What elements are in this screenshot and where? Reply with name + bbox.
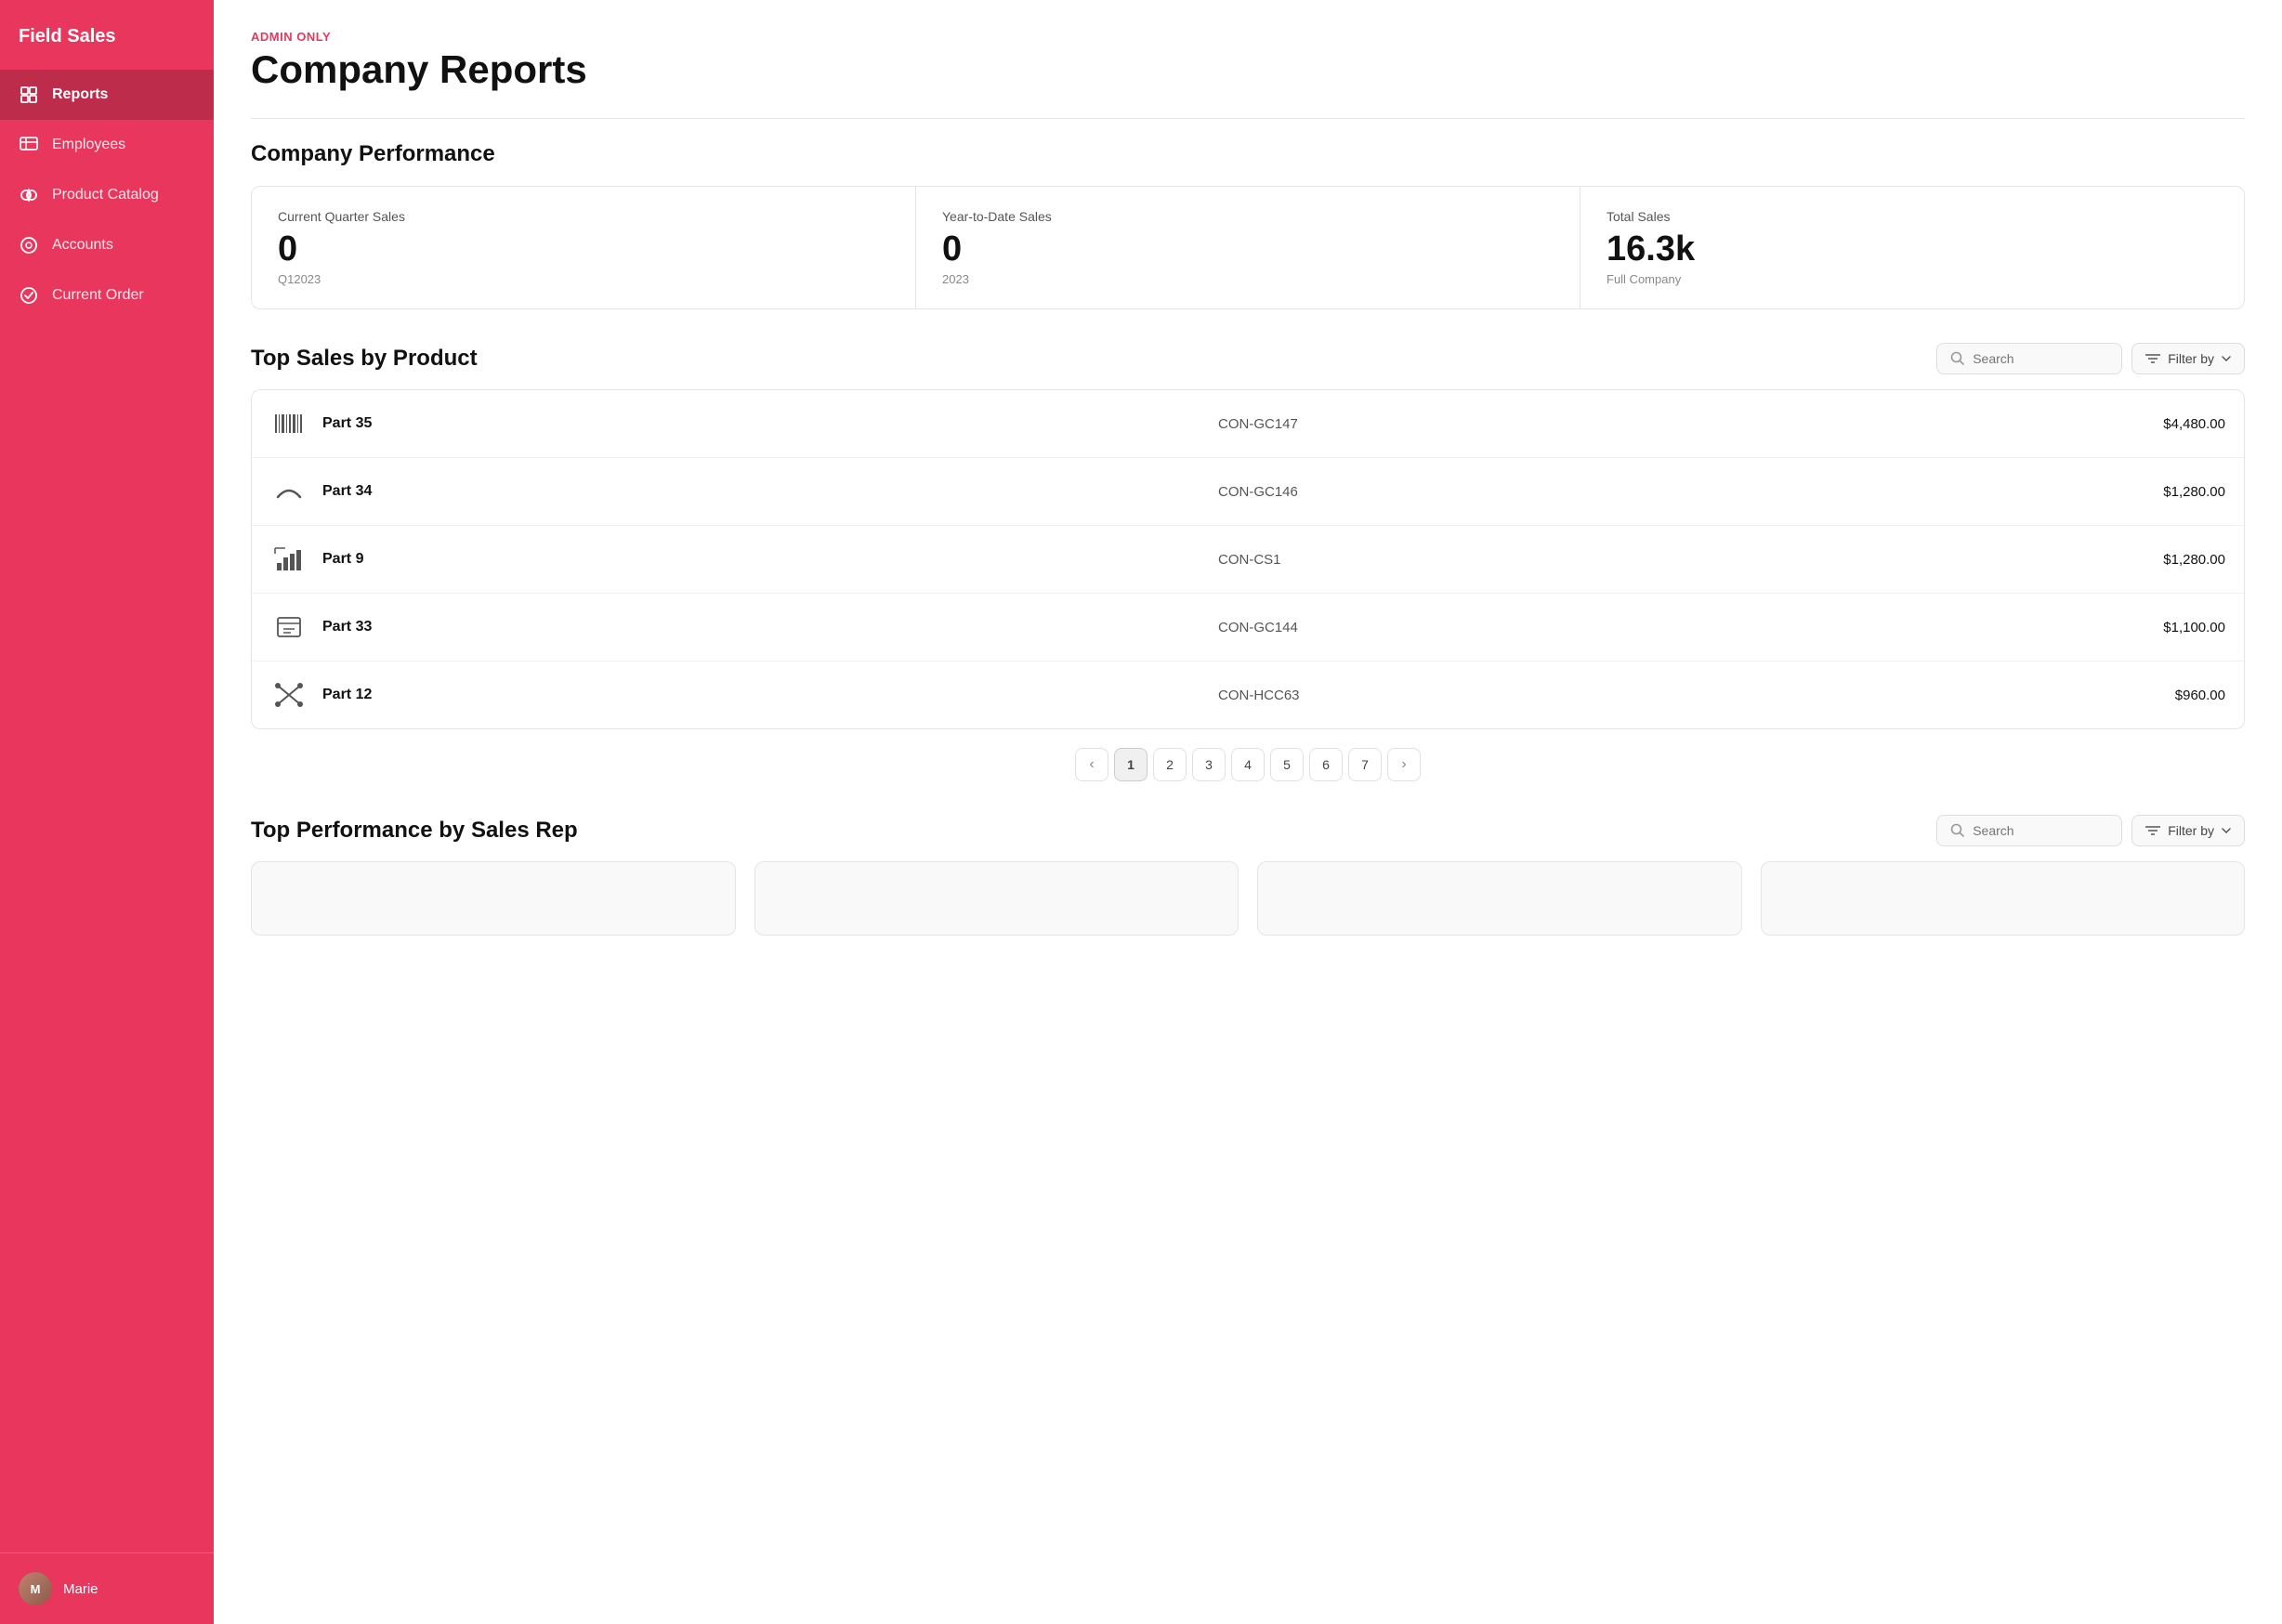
perf-sub-0: Q12023 (278, 272, 889, 286)
sidebar-item-reports-label: Reports (52, 86, 108, 103)
top-sales-title: Top Sales by Product (251, 346, 478, 372)
filter-label: Filter by (2168, 351, 2214, 366)
sidebar-footer: M Marie (0, 1552, 214, 1624)
search-icon (1950, 823, 1965, 838)
sidebar-item-accounts[interactable]: Accounts (0, 220, 214, 270)
product-icon-4 (270, 676, 308, 714)
page-next-button[interactable]: › (1387, 748, 1421, 781)
product-sku-3: CON-GC144 (1218, 620, 2099, 635)
perf-sub-1: 2023 (942, 272, 1554, 286)
page-btn-4[interactable]: 4 (1231, 748, 1265, 781)
catalog-icon (19, 185, 39, 205)
filter-icon (2145, 824, 2160, 837)
page-btn-7[interactable]: 7 (1348, 748, 1382, 781)
perf-card-0: Current Quarter Sales 0 Q12023 (252, 187, 916, 308)
product-sku-0: CON-GC147 (1218, 416, 2099, 432)
perf-label-2: Total Sales (1607, 209, 2218, 224)
page-btn-1[interactable]: 1 (1114, 748, 1148, 781)
product-icon-1 (270, 473, 308, 510)
pagination: ‹ 1 2 3 4 5 6 7 › (251, 748, 2245, 781)
sidebar-item-product-catalog[interactable]: Product Catalog (0, 170, 214, 220)
product-name-1: Part 34 (322, 483, 1203, 500)
perf-card-2: Total Sales 16.3k Full Company (1580, 187, 2244, 308)
app-title: Field Sales (0, 0, 214, 70)
table-row[interactable]: Part 33 CON-GC144 $1,100.00 (252, 594, 2244, 661)
reports-icon (19, 85, 39, 105)
product-sku-1: CON-GC146 (1218, 484, 2099, 500)
sidebar-item-accounts-label: Accounts (52, 237, 113, 254)
table-row[interactable]: Part 12 CON-HCC63 $960.00 (252, 661, 2244, 728)
sidebar-item-employees-label: Employees (52, 137, 125, 153)
top-sales-search-box[interactable] (1936, 343, 2122, 374)
perf-label-1: Year-to-Date Sales (942, 209, 1554, 224)
page-prev-button[interactable]: ‹ (1075, 748, 1108, 781)
product-name-0: Part 35 (322, 415, 1203, 432)
product-price-3: $1,100.00 (2114, 620, 2225, 635)
avatar: M (19, 1572, 52, 1605)
perf-sub-2: Full Company (1607, 272, 2218, 286)
rep-card-1 (754, 861, 1239, 936)
perf-card-1: Year-to-Date Sales 0 2023 (916, 187, 1580, 308)
product-name-2: Part 9 (322, 551, 1203, 568)
order-icon (19, 285, 39, 306)
product-price-1: $1,280.00 (2114, 484, 2225, 500)
top-sales-search-input[interactable] (1973, 351, 2103, 366)
filter-label-reps: Filter by (2168, 823, 2214, 838)
product-price-2: $1,280.00 (2114, 552, 2225, 568)
employees-icon (19, 135, 39, 155)
top-reps-filter-button[interactable]: Filter by (2131, 815, 2245, 846)
product-name-3: Part 33 (322, 619, 1203, 635)
rep-card-0 (251, 861, 736, 936)
user-name: Marie (63, 1581, 98, 1597)
table-row[interactable]: Part 35 CON-GC147 $4,480.00 (252, 390, 2244, 458)
sidebar-item-catalog-label: Product Catalog (52, 187, 159, 203)
sidebar: Field Sales Reports Employ (0, 0, 214, 1624)
product-price-0: $4,480.00 (2114, 416, 2225, 432)
perf-value-0: 0 (278, 231, 889, 267)
rep-card-2 (1257, 861, 1742, 936)
top-reps-controls: Filter by (1936, 815, 2245, 846)
page-btn-5[interactable]: 5 (1270, 748, 1304, 781)
top-reps-header: Top Performance by Sales Rep Filter by (251, 815, 2245, 846)
page-btn-3[interactable]: 3 (1192, 748, 1226, 781)
product-name-4: Part 12 (322, 687, 1203, 703)
admin-label: ADMIN ONLY (251, 30, 2245, 44)
top-reps-search-box[interactable] (1936, 815, 2122, 846)
table-row[interactable]: Part 34 CON-GC146 $1,280.00 (252, 458, 2244, 526)
product-icon-2 (270, 541, 308, 578)
performance-cards: Current Quarter Sales 0 Q12023 Year-to-D… (251, 186, 2245, 309)
rep-card-3 (1761, 861, 2246, 936)
product-table: Part 35 CON-GC147 $4,480.00 Part 34 CON-… (251, 389, 2245, 729)
search-icon (1950, 351, 1965, 366)
sidebar-item-current-order[interactable]: Current Order (0, 270, 214, 321)
product-price-4: $960.00 (2114, 688, 2225, 703)
top-sales-filter-button[interactable]: Filter by (2131, 343, 2245, 374)
page-title: Company Reports (251, 47, 2245, 92)
main-content: ADMIN ONLY Company Reports Company Perfo… (214, 0, 2282, 1624)
perf-value-2: 16.3k (1607, 231, 2218, 267)
sidebar-nav: Reports Employees Product Catalog (0, 70, 214, 1552)
top-sales-header: Top Sales by Product Filter by (251, 343, 2245, 374)
product-icon-3 (270, 609, 308, 646)
page-btn-2[interactable]: 2 (1153, 748, 1187, 781)
perf-label-0: Current Quarter Sales (278, 209, 889, 224)
accounts-icon (19, 235, 39, 255)
top-sales-controls: Filter by (1936, 343, 2245, 374)
product-sku-4: CON-HCC63 (1218, 688, 2099, 703)
chevron-down-icon (2222, 356, 2231, 361)
product-icon-0 (270, 405, 308, 442)
perf-value-1: 0 (942, 231, 1554, 267)
product-sku-2: CON-CS1 (1218, 552, 2099, 568)
sidebar-item-order-label: Current Order (52, 287, 144, 304)
page-btn-6[interactable]: 6 (1309, 748, 1343, 781)
top-reps-search-input[interactable] (1973, 823, 2103, 838)
table-row[interactable]: Part 9 CON-CS1 $1,280.00 (252, 526, 2244, 594)
top-reps-title: Top Performance by Sales Rep (251, 818, 578, 844)
chevron-down-icon (2222, 828, 2231, 833)
sidebar-item-employees[interactable]: Employees (0, 120, 214, 170)
filter-icon (2145, 352, 2160, 365)
performance-section-title: Company Performance (251, 141, 2245, 167)
sidebar-item-reports[interactable]: Reports (0, 70, 214, 120)
rep-cards (251, 861, 2245, 936)
